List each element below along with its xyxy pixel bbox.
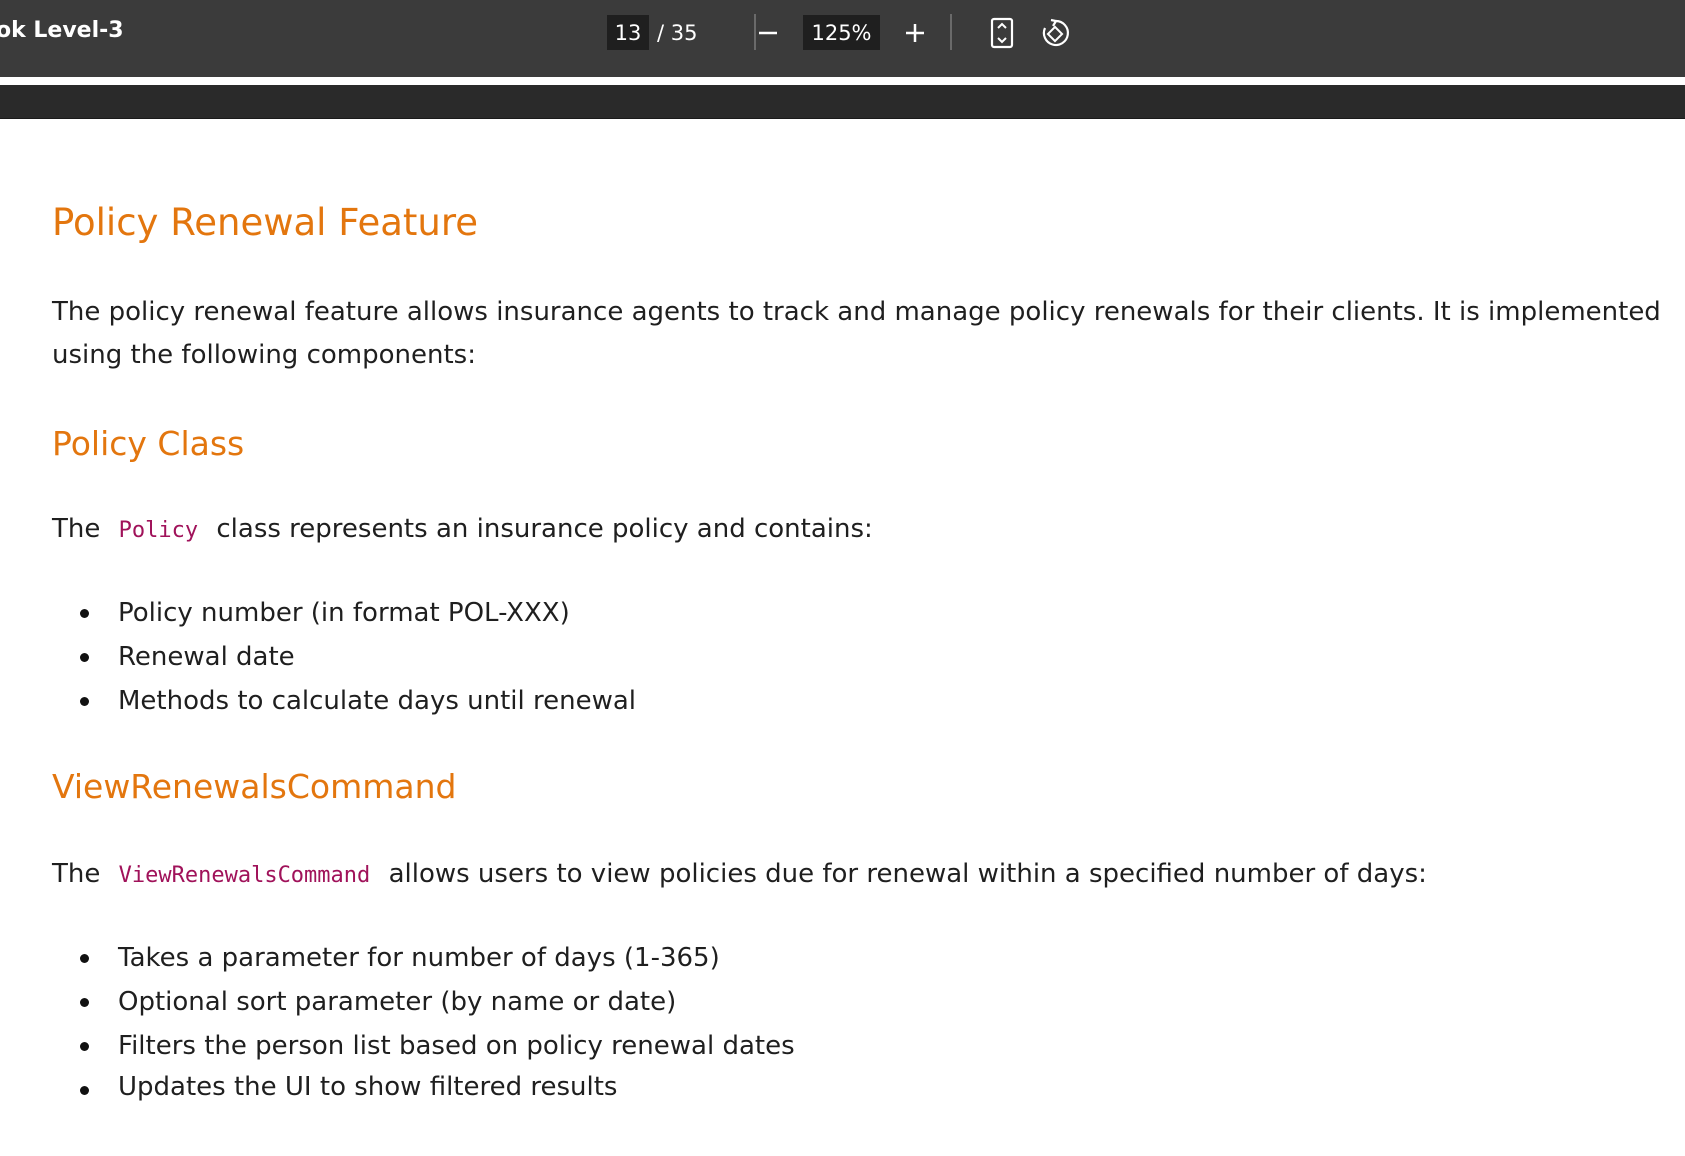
fit-page-icon xyxy=(990,17,1014,49)
page-number-input[interactable] xyxy=(607,15,649,50)
command-heading: ViewRenewalsCommand xyxy=(52,767,457,806)
intro-line-1: The policy renewal feature allows insura… xyxy=(52,297,1661,327)
page-navigation: / 35 xyxy=(607,15,697,50)
minus-icon xyxy=(759,31,777,35)
list-item: Filters the person list based on policy … xyxy=(78,1024,795,1068)
plus-icon xyxy=(906,24,924,42)
viewer-top-band xyxy=(0,85,1685,119)
intro-line-2: using the following components: xyxy=(52,340,476,370)
policy-class-heading: Policy Class xyxy=(52,424,245,463)
list-item: Renewal date xyxy=(78,635,636,679)
command-features-list: Takes a parameter for number of days (1-… xyxy=(78,936,795,1110)
policy-features-list: Policy number (in format POL-XXX) Renewa… xyxy=(78,591,636,723)
zoom-out-button[interactable] xyxy=(748,13,788,53)
command-paragraph: The ViewRenewalsCommand allows users to … xyxy=(52,853,1427,897)
policy-class-paragraph: The Policy class represents an insurance… xyxy=(52,508,873,552)
policy-text-before: The xyxy=(52,514,101,544)
intro-paragraph: The policy renewal feature allows insura… xyxy=(52,291,1661,377)
policy-text-after: class represents an insurance policy and… xyxy=(216,514,873,544)
toolbar-divider xyxy=(950,14,952,50)
fit-page-button[interactable] xyxy=(982,13,1022,53)
pdf-toolbar: ok Level-3 / 35 125% xyxy=(0,0,1685,81)
zoom-in-button[interactable] xyxy=(895,13,935,53)
document-title: ok Level-3 xyxy=(0,18,124,43)
zoom-level-display[interactable]: 125% xyxy=(803,15,880,50)
list-item: Updates the UI to show filtered results xyxy=(78,1068,795,1110)
list-item: Methods to calculate days until renewal xyxy=(78,679,636,723)
document-page: Policy Renewal Feature The policy renewa… xyxy=(0,119,1685,1156)
rotate-icon xyxy=(1042,18,1069,47)
command-text-after: allows users to view policies due for re… xyxy=(388,859,1427,889)
list-item: Optional sort parameter (by name or date… xyxy=(78,980,795,1024)
command-code: ViewRenewalsCommand xyxy=(118,863,371,888)
list-item: Policy number (in format POL-XXX) xyxy=(78,591,636,635)
list-item: Takes a parameter for number of days (1-… xyxy=(78,936,795,980)
page-heading: Policy Renewal Feature xyxy=(52,201,479,244)
page-total: / 35 xyxy=(657,20,698,45)
policy-code: Policy xyxy=(118,518,199,543)
command-text-before: The xyxy=(52,859,101,889)
rotate-button[interactable] xyxy=(1036,13,1076,53)
